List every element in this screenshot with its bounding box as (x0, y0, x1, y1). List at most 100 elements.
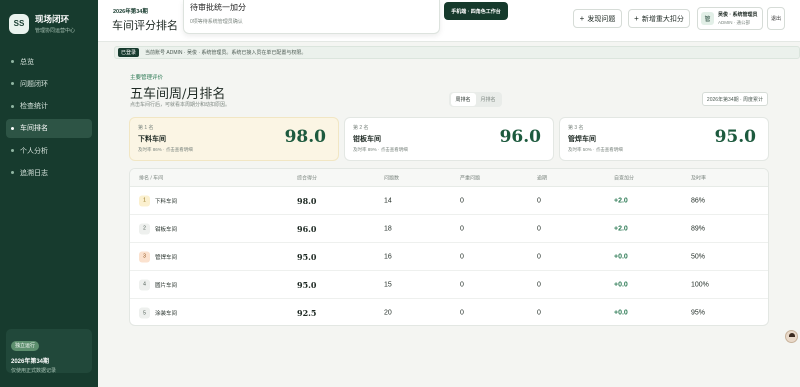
bonus: +2.0 (614, 197, 628, 204)
sidebar-item-label: 总览 (20, 58, 34, 66)
table-row[interactable]: 2 钳板车间 96.0 18 0 0 +2.0 89% (130, 215, 768, 243)
find-issue-button[interactable]: + 发现问题 (573, 9, 622, 28)
score: 98.0 (297, 195, 317, 206)
pending-approval-popup[interactable]: 待审批统一加分 0项等待系统管理员确认 (183, 0, 440, 34)
sidebar: SS 现场闭环 管理协同运营中心 总览 问题闭环 检查统计 车间排名 个人分析 … (0, 0, 98, 387)
header: 2026年第34期 车间评分排名 待审批统一加分 0项等待系统管理员确认 手机端… (98, 0, 800, 42)
status-badge: 独立运行 (11, 340, 40, 351)
workshop-name: 钳板车间 (155, 226, 178, 233)
table-row[interactable]: 5 涂装车间 92.5 20 0 0 +0.0 95% (130, 299, 768, 325)
notice-text: 当前账号 ADMIN · 吴俊 · 系统管理员。系统已接入员在单已配置与权限。 (145, 50, 307, 56)
period-card: 独立运行 2026年第34期 仅使用正式数据记录 (6, 329, 92, 374)
section-label: 主要管理评价 (130, 75, 164, 81)
sidebar-item-inspection[interactable]: 检查统计 (6, 97, 92, 116)
bullet-icon (11, 60, 14, 63)
popup-subtitle: 0项等待系统管理员确认 (190, 19, 243, 25)
workshop-name: 管焊车间 (155, 254, 178, 261)
user-profile[interactable]: 管 吴俊 · 系统管理员 ADMIN · 通公部 (697, 7, 763, 30)
user-name: 吴俊 · 系统管理员 (718, 12, 758, 18)
brand-logo: SS (9, 13, 29, 34)
on-time-rate: 95% (691, 309, 706, 317)
card-score: 95.0 (714, 127, 756, 147)
top-card-2[interactable]: 第 2 名 钳板车间 及时率 89% · 点击查看明细 96.0 (344, 117, 554, 161)
issue-count: 20 (384, 309, 392, 317)
bullet-icon (11, 126, 14, 130)
bonus: +0.0 (614, 309, 628, 317)
overdue-count: 0 (537, 281, 541, 288)
sidebar-item-issues[interactable]: 问题闭环 (6, 74, 92, 93)
card-score: 98.0 (284, 127, 326, 147)
column-header: 综合得分 (297, 175, 318, 181)
sidebar-item-label: 检查统计 (20, 103, 48, 111)
workshop-name: 下料车间 (155, 198, 178, 205)
table-header: 排名 / 车间 综合得分 问题数 严重问题 逾期 自查加分 及时率 (130, 169, 768, 187)
card-note: 及时率 50% · 点击查看明细 (568, 147, 623, 152)
sidebar-item-label: 个人分析 (20, 147, 48, 155)
top-card-3[interactable]: 第 3 名 管焊车间 及时率 50% · 点击查看明细 95.0 (559, 117, 769, 161)
sidebar-item-ranking[interactable]: 车间排名 (6, 118, 92, 138)
overdue-count: 0 (537, 197, 541, 204)
sidebar-item-personal[interactable]: 个人分析 (6, 141, 92, 160)
card-score: 96.0 (499, 127, 541, 147)
popup-title: 待审批统一加分 (190, 3, 246, 12)
period-week: 2026年第34期 (11, 359, 50, 365)
workshop-name: 涂装车间 (155, 311, 178, 317)
table-row[interactable]: 1 下料车间 98.0 14 0 0 +2.0 86% (130, 187, 768, 215)
score: 95.0 (297, 279, 317, 290)
on-time-rate: 100% (691, 281, 709, 288)
severe-count: 0 (460, 281, 464, 288)
column-header: 严重问题 (460, 175, 481, 181)
avatar: 管 (701, 12, 714, 25)
brand: SS 现场闭环 管理协同运营中心 (0, 0, 98, 44)
login-notice: 已登录 当前账号 ADMIN · 吴俊 · 系统管理员。系统已接入员在单已配置与… (114, 46, 800, 59)
column-header: 问题数 (384, 175, 400, 181)
table-row[interactable]: 3 管焊车间 95.0 16 0 0 +0.0 50% (130, 243, 768, 271)
mobile-workbench-button[interactable]: 手机端 · 四角色工作台 (444, 2, 508, 20)
sidebar-item-logs[interactable]: 追溯日志 (6, 163, 92, 182)
overdue-count: 0 (537, 225, 541, 232)
header-week: 2026年第34期 (113, 9, 148, 15)
bullet-icon (11, 82, 14, 86)
week-select[interactable]: 2026年第34期 · 周度累计 (702, 92, 768, 106)
sidebar-item-overview[interactable]: 总览 (6, 52, 92, 71)
rank-number: 5 (139, 307, 150, 319)
find-issue-label: 发现问题 (587, 15, 616, 23)
tab-weekly[interactable]: 周排名 (450, 93, 476, 106)
sidebar-nav: 总览 问题闭环 检查统计 车间排名 个人分析 追溯日志 (0, 52, 98, 182)
overdue-count: 0 (537, 253, 541, 260)
logout-button[interactable]: 退出 (767, 7, 785, 30)
column-header: 逾期 (537, 175, 548, 181)
rank-number: 1 (139, 195, 150, 206)
rank-number: 3 (139, 251, 150, 262)
notice-tag: 已登录 (118, 48, 140, 57)
sidebar-item-label: 车间排名 (20, 125, 48, 133)
ranking-title: 五车间周/月排名 (130, 87, 226, 102)
user-role: ADMIN · 通公部 (718, 20, 750, 25)
issue-count: 15 (384, 281, 392, 288)
issue-count: 14 (384, 197, 392, 204)
column-header: 及时率 (691, 175, 707, 181)
assistant-avatar[interactable] (785, 330, 798, 343)
add-deduction-button[interactable]: + 新增重大扣分 (628, 9, 690, 28)
brand-title: 现场闭环 (35, 14, 70, 24)
on-time-rate: 50% (691, 253, 706, 260)
issue-count: 16 (384, 253, 392, 260)
ranking-table: 排名 / 车间 综合得分 问题数 严重问题 逾期 自查加分 及时率 1 下料车间 … (129, 168, 769, 326)
column-header: 排名 / 车间 (139, 175, 164, 181)
bullet-icon (11, 149, 14, 153)
card-note: 及时率 86% · 点击查看明细 (138, 147, 193, 152)
score: 95.0 (297, 251, 317, 262)
workshop-name: 圆片车间 (155, 282, 178, 289)
bullet-icon (11, 171, 14, 175)
severe-count: 0 (460, 253, 464, 260)
card-note: 及时率 89% · 点击查看明细 (353, 147, 408, 152)
issue-count: 18 (384, 225, 392, 232)
top-card-1[interactable]: 第 1 名 下料车间 及时率 86% · 点击查看明细 98.0 (129, 117, 339, 161)
on-time-rate: 89% (691, 225, 706, 232)
score: 92.5 (297, 308, 317, 318)
severe-count: 0 (460, 225, 464, 232)
rank-number: 4 (139, 279, 150, 290)
bullet-icon (11, 104, 14, 108)
tab-monthly[interactable]: 月排名 (476, 93, 501, 106)
table-row[interactable]: 4 圆片车间 95.0 15 0 0 +0.0 100% (130, 271, 768, 299)
